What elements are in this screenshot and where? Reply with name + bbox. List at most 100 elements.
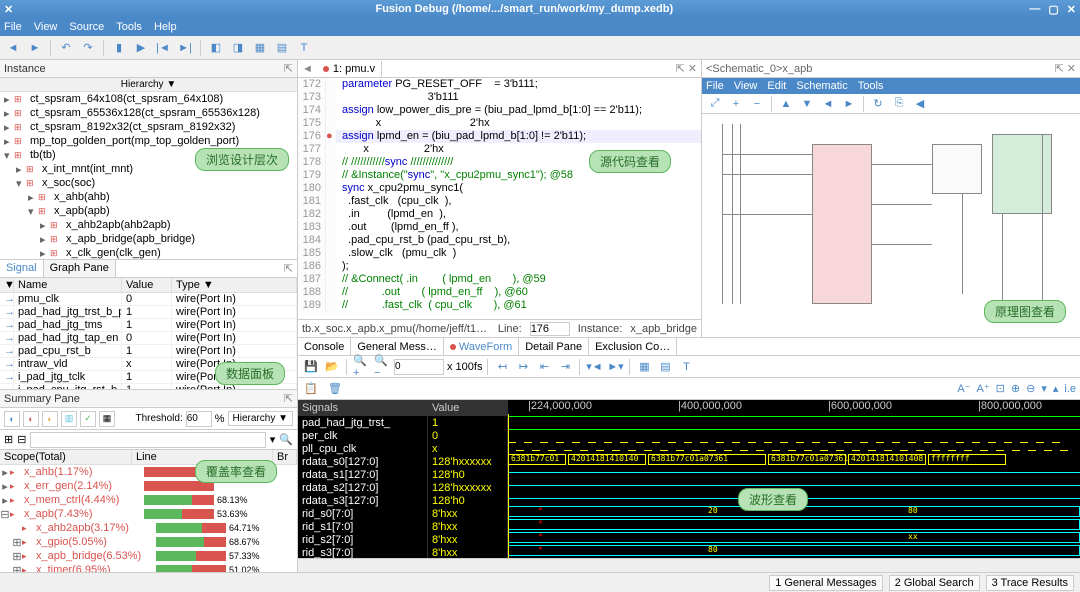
- play-icon[interactable]: ▶: [132, 39, 150, 57]
- step-next-icon[interactable]: ►|: [176, 39, 194, 57]
- font-larger-icon[interactable]: A⁺: [977, 382, 990, 395]
- tree-item[interactable]: ▾⊞x_apb(apb): [0, 204, 297, 218]
- nav-back-icon[interactable]: ◄: [819, 95, 837, 113]
- cov-icon-2[interactable]: ◐: [23, 411, 39, 427]
- status-messages[interactable]: 1 General Messages: [769, 575, 883, 591]
- search-icon[interactable]: 🔍: [279, 433, 293, 446]
- wave-signal-name[interactable]: rdata_s2[127:0]: [298, 481, 427, 494]
- coverage-row[interactable]: ⊞▸x_timer(6.95%)51.02%: [0, 563, 297, 572]
- signal-row[interactable]: →pad_had_jtg_tap_en0wire(Port In): [0, 332, 297, 345]
- wave-code-icon[interactable]: ▤: [656, 358, 674, 376]
- undo-icon[interactable]: ↶: [57, 39, 75, 57]
- tab-console[interactable]: Console: [298, 338, 351, 355]
- tree-item[interactable]: ▸⊞ct_spsram_64x108(ct_spsram_64x108): [0, 92, 297, 106]
- maximize-icon[interactable]: ▢: [1048, 3, 1058, 16]
- schem-menu-tools[interactable]: Tools: [858, 80, 884, 92]
- pane-popout-icon[interactable]: ⇱: [284, 62, 293, 75]
- refresh-icon[interactable]: ↻: [869, 95, 887, 113]
- wave-text-icon[interactable]: T: [677, 358, 695, 376]
- wave-signal-name[interactable]: pll_cpu_clk: [298, 442, 427, 455]
- nav-fwd-icon[interactable]: ►: [840, 95, 858, 113]
- tree-item[interactable]: ▸⊞x_clk_gen(clk_gen): [0, 246, 297, 260]
- edge-prev-icon[interactable]: ⇤: [535, 358, 553, 376]
- col-scope[interactable]: Scope(Total): [0, 450, 132, 464]
- tree-item[interactable]: ▸⊞x_ahb2apb(ahb2apb): [0, 218, 297, 232]
- schem-block[interactable]: [992, 134, 1052, 214]
- wave-signal-name[interactable]: rdata_s1[127:0]: [298, 468, 427, 481]
- text-icon[interactable]: T: [295, 39, 313, 57]
- cursor-icon[interactable]: ▮: [110, 39, 128, 57]
- db-icon[interactable]: ▤: [273, 39, 291, 57]
- wave-signal-name[interactable]: rid_s1[7:0]: [298, 520, 427, 533]
- menu-source[interactable]: Source: [69, 21, 104, 33]
- tree-item[interactable]: ▸⊞mp_top_golden_port(mp_top_golden_port): [0, 134, 297, 148]
- tab-waveform[interactable]: WaveForm: [444, 338, 519, 355]
- menu-help[interactable]: Help: [154, 21, 177, 33]
- hierarchy-dd[interactable]: Hierarchy ▼: [228, 411, 293, 426]
- redo-icon[interactable]: ↷: [79, 39, 97, 57]
- pane-popout-icon[interactable]: ⇱: [280, 260, 297, 277]
- schem-menu-edit[interactable]: Edit: [767, 80, 786, 92]
- tree-item[interactable]: ▸⊞ct_spsram_65536x128(ct_spsram_65536x12…: [0, 106, 297, 120]
- cursor-prev-icon[interactable]: ↤: [493, 358, 511, 376]
- wave-canvas[interactable]: |224,000,000|400,000,000|600,000,000|800…: [508, 400, 1080, 558]
- schem-breadcrumb[interactable]: <Schematic_0>x_apb: [706, 63, 812, 75]
- tree-item[interactable]: ▸⊞x_ahb(ahb): [0, 190, 297, 204]
- close-icon[interactable]: ✕: [1067, 3, 1076, 16]
- col-br[interactable]: Br: [273, 450, 297, 464]
- coverage-row[interactable]: ⊟▸x_apb(7.43%)53.63%: [0, 507, 297, 521]
- pin-icon[interactable]: ⎘: [890, 95, 908, 113]
- fwd-icon[interactable]: ►: [26, 39, 44, 57]
- marker-prev-icon[interactable]: ▾◄: [585, 358, 603, 376]
- pane-popout-icon[interactable]: ⇱ ✕: [672, 62, 702, 75]
- zoom-out-icon[interactable]: ⊖: [1026, 382, 1035, 395]
- pane-popout-icon[interactable]: ⇱ ✕: [1055, 62, 1077, 75]
- schem-menu-view[interactable]: View: [734, 80, 758, 92]
- tree-expand-icon[interactable]: ⊞: [4, 433, 13, 446]
- zoom-fit-icon[interactable]: ⤢: [706, 95, 724, 113]
- goto-edge-icon[interactable]: i.e: [1064, 383, 1076, 395]
- coverage-row[interactable]: ▸▸x_mem_ctrl(4.44%)68.13%: [0, 493, 297, 507]
- wave-signal-names[interactable]: Signals pad_had_jtg_trst_per_clkpll_cpu_…: [298, 400, 428, 558]
- col-value[interactable]: Value: [122, 278, 172, 292]
- code-tab[interactable]: 1: pmu.v: [317, 61, 382, 77]
- col-name[interactable]: Name: [14, 278, 122, 292]
- search-dd-icon[interactable]: ▾: [270, 433, 276, 446]
- menu-file[interactable]: File: [4, 21, 22, 33]
- delete-icon[interactable]: 🗑: [326, 380, 344, 398]
- code-editor[interactable]: 172parameter PG_RESET_OFF = 3'b111;173 3…: [298, 78, 701, 319]
- step-prev-icon[interactable]: |◄: [154, 39, 172, 57]
- font-smaller-icon[interactable]: A⁻: [957, 382, 970, 395]
- tab-detail[interactable]: Detail Pane: [519, 338, 589, 355]
- point-left-icon[interactable]: ◀: [911, 95, 929, 113]
- coverage-row[interactable]: ⊞▸x_apb_bridge(6.53%)57.33%: [0, 549, 297, 563]
- signal-row[interactable]: →pad_had_jtg_trst_b_pre1wire(Port In): [0, 306, 297, 319]
- nav-up-icon[interactable]: ▲: [777, 95, 795, 113]
- wave-schematic-icon[interactable]: ▦: [635, 358, 653, 376]
- coverage-row[interactable]: ⊞▸x_gpio(5.05%)68.67%: [0, 535, 297, 549]
- cov-icon-4[interactable]: ▥: [61, 411, 77, 427]
- filter-icon[interactable]: ▼: [0, 278, 14, 292]
- pane-popout-icon[interactable]: ⇱: [284, 392, 293, 405]
- menu-tools[interactable]: Tools: [116, 21, 142, 33]
- schem-block[interactable]: [932, 144, 982, 194]
- tab-nav-prev-icon[interactable]: ◄: [298, 63, 317, 75]
- col-type[interactable]: Type ▼: [172, 278, 297, 292]
- coverage-search-input[interactable]: [30, 432, 265, 448]
- signal-row[interactable]: →pmu_clk0wire(Port In): [0, 293, 297, 306]
- hierarchy-column[interactable]: Hierarchy ▼: [0, 78, 297, 92]
- nav-down-icon[interactable]: ▼: [798, 95, 816, 113]
- wave-scrollbar[interactable]: [298, 558, 1080, 572]
- cov-icon-6[interactable]: ▦: [99, 411, 115, 427]
- cov-icon-5[interactable]: ✓: [80, 411, 96, 427]
- wave-signal-name[interactable]: rdata_s0[127:0]: [298, 455, 427, 468]
- marker-next-icon[interactable]: ►▾: [606, 358, 624, 376]
- tree-collapse-icon[interactable]: ⊟: [17, 433, 26, 446]
- marker-down-icon[interactable]: ▾: [1041, 382, 1047, 395]
- tab-signal[interactable]: Signal: [0, 260, 44, 277]
- zoom-in-icon[interactable]: +: [727, 95, 745, 113]
- wave-signal-name[interactable]: per_clk: [298, 429, 427, 442]
- copy-icon[interactable]: 📋: [302, 380, 320, 398]
- tree-item[interactable]: ▸⊞x_apb_bridge(apb_bridge): [0, 232, 297, 246]
- menu-view[interactable]: View: [34, 21, 58, 33]
